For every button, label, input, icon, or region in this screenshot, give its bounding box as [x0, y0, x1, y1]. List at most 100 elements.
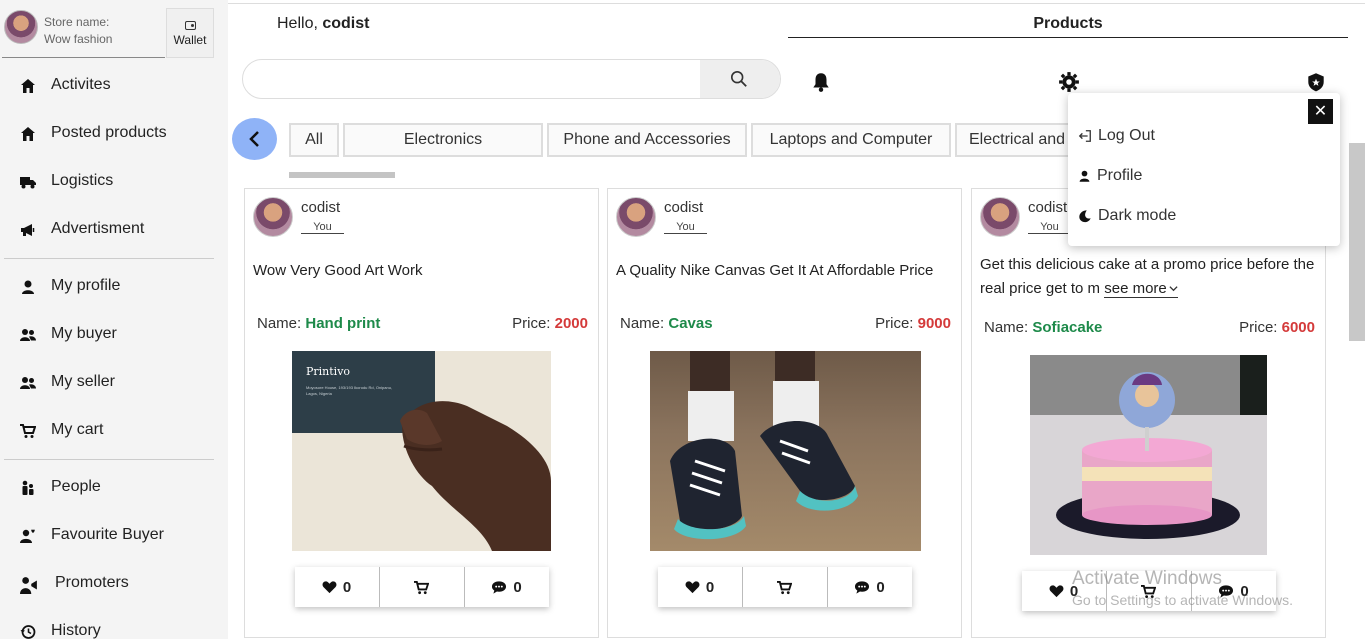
people-icon: [22, 480, 34, 495]
product-name: Name: Sofiacake: [984, 319, 1102, 336]
menu-item-label: Dark mode: [1098, 207, 1177, 224]
user-icon: [22, 280, 34, 294]
name-label: Name:: [984, 319, 1029, 336]
sidebar-item-my-buyer[interactable]: My buyer: [0, 311, 228, 359]
sidebar-item-people[interactable]: People: [0, 464, 228, 512]
post-description: A Quality Nike Canvas Get It At Affordab…: [616, 262, 934, 279]
users-icon: [20, 377, 36, 389]
menu-item-label: Profile: [1097, 167, 1143, 184]
product-price: Price: 2000: [512, 315, 588, 332]
product-name: Name: Hand print: [257, 315, 380, 332]
see-more-link[interactable]: see more: [1104, 280, 1178, 298]
sidebar-item-favourite-buyer[interactable]: Favourite Buyer: [0, 512, 228, 560]
sidebar-item-my-seller[interactable]: My seller: [0, 359, 228, 407]
megaphone-icon: [21, 224, 35, 236]
menu-item-label: Log Out: [1098, 127, 1155, 144]
product-card: codist You A Quality Nike Canvas Get It …: [607, 188, 962, 638]
sidebar-item-history[interactable]: History: [0, 608, 228, 639]
sidebar-item-label: Favourite Buyer: [51, 526, 164, 543]
add-to-cart-button[interactable]: [743, 567, 828, 607]
product-price: Price: 6000: [1239, 319, 1315, 336]
sidebar-item-activites[interactable]: Activites: [0, 62, 228, 110]
post-you-label: You: [301, 221, 344, 234]
name-value: Hand print: [305, 315, 381, 332]
sidebar-item-label: My buyer: [51, 325, 117, 342]
like-button[interactable]: 0: [295, 567, 380, 607]
add-to-cart-button[interactable]: [380, 567, 465, 607]
sidebar: Store name: Wow fashion Wallet Activites…: [0, 0, 228, 639]
post-username[interactable]: codist: [664, 199, 703, 216]
post-you-label: You: [1028, 221, 1071, 234]
product-image[interactable]: [1030, 355, 1267, 555]
name-label: Name:: [620, 315, 665, 332]
product-image[interactable]: Printivo Moyosore House, 193/193 Ikorodu…: [292, 351, 551, 551]
like-button[interactable]: 0: [658, 567, 743, 607]
sidebar-item-label: Promoters: [55, 574, 129, 591]
post-username[interactable]: codist: [301, 199, 340, 216]
wallet-button[interactable]: Wallet: [166, 8, 214, 58]
sidebar-item-posted-products[interactable]: Posted products: [0, 110, 228, 158]
store-name: Wow fashion: [44, 32, 113, 46]
home-icon: [21, 127, 35, 141]
post-actions: 0 0: [294, 567, 549, 607]
sidebar-item-promoters[interactable]: Promoters: [0, 560, 228, 608]
bell-icon[interactable]: [810, 71, 832, 93]
price-value: 6000: [1281, 319, 1315, 336]
shield-icon[interactable]: [1305, 71, 1327, 93]
watermark-title: Activate Windows: [1072, 568, 1222, 589]
comment-button[interactable]: 0: [828, 567, 912, 607]
menu-item-logout[interactable]: Log Out: [1078, 127, 1155, 145]
search-input[interactable]: [243, 60, 701, 98]
top-border: [228, 3, 1365, 4]
sidebar-item-label: Activites: [51, 76, 111, 93]
promoter-icon: [20, 577, 37, 594]
post-username[interactable]: codist: [1028, 199, 1067, 216]
close-button[interactable]: ✕: [1308, 99, 1333, 124]
avatar[interactable]: [616, 197, 656, 237]
categories-scrollbar[interactable]: [289, 172, 395, 178]
sidebar-item-my-profile[interactable]: My profile: [0, 263, 228, 311]
page-title[interactable]: Products: [788, 15, 1348, 38]
gear-icon[interactable]: [1058, 71, 1080, 93]
greeting-username: codist: [322, 15, 370, 32]
category-laptops-computer[interactable]: Laptops and Computer: [751, 123, 951, 157]
sidebar-item-advertisment[interactable]: Advertisment: [0, 206, 228, 254]
comment-button[interactable]: 0: [465, 567, 549, 607]
store-label: Store name:: [44, 15, 110, 29]
sidebar-item-my-cart[interactable]: My cart: [0, 407, 228, 455]
avatar[interactable]: [253, 197, 293, 237]
greeting-text: Hello,: [277, 15, 318, 32]
greeting: Hello, codist: [277, 15, 369, 33]
avatar[interactable]: [980, 197, 1020, 237]
menu-item-profile[interactable]: Profile: [1078, 167, 1142, 185]
truck-icon: [20, 177, 36, 189]
category-electrical[interactable]: Electrical and E: [955, 123, 1075, 157]
price-value: 9000: [917, 315, 951, 332]
hand-graphic: [400, 401, 551, 551]
heart-icon: [322, 580, 337, 593]
cart-icon: [414, 580, 429, 594]
menu-item-dark-mode[interactable]: Dark mode: [1078, 207, 1176, 225]
search-button[interactable]: [700, 60, 780, 98]
category-phone-accessories[interactable]: Phone and Accessories: [547, 123, 747, 157]
avatar: [4, 10, 38, 44]
sidebar-item-label: History: [51, 622, 101, 639]
product-image[interactable]: [650, 351, 921, 551]
categories-back-button[interactable]: [232, 118, 277, 160]
post-description: Wow Very Good Art Work: [253, 262, 423, 279]
sidebar-item-logistics[interactable]: Logistics: [0, 158, 228, 206]
sidebar-item-label: Posted products: [51, 124, 167, 141]
price-value: 2000: [554, 315, 588, 332]
sidebar-nav: Activites Posted products Logistics Adve…: [0, 62, 228, 639]
store-text: Store name: Wow fashion: [44, 14, 112, 48]
sidebar-item-label: My seller: [51, 373, 116, 390]
cake-graphic: [1030, 355, 1267, 555]
category-all[interactable]: All: [289, 123, 339, 157]
store-info[interactable]: Store name: Wow fashion: [2, 6, 165, 58]
price-label: Price:: [512, 315, 551, 332]
page-scrollbar[interactable]: [1349, 143, 1365, 341]
category-electronics[interactable]: Electronics: [343, 123, 543, 157]
sidebar-item-label: My cart: [51, 421, 104, 438]
sidebar-item-label: My profile: [51, 277, 121, 294]
chevron-left-icon: [249, 131, 259, 147]
